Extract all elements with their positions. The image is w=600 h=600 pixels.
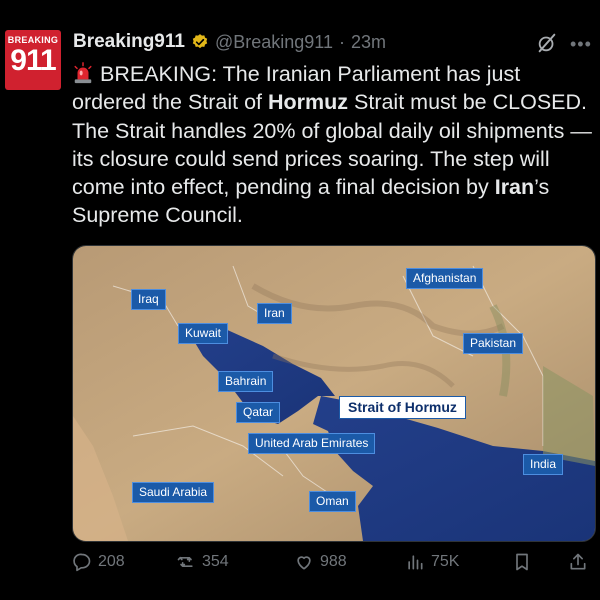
tweet-time[interactable]: 23m bbox=[351, 32, 386, 53]
action-bar: 208 354 988 75K bbox=[72, 552, 594, 576]
avatar[interactable]: BREAKING 911 bbox=[5, 30, 61, 90]
map-label-saudi-arabia: Saudi Arabia bbox=[132, 482, 215, 503]
reply-button[interactable]: 208 bbox=[72, 552, 125, 572]
bookmark-button[interactable] bbox=[512, 552, 532, 572]
share-button[interactable] bbox=[568, 552, 588, 572]
map-label-afghanistan: Afghanistan bbox=[406, 268, 484, 289]
author-name[interactable]: Breaking911 bbox=[73, 31, 185, 53]
repost-count: 354 bbox=[202, 553, 229, 570]
map-label-oman: Oman bbox=[309, 491, 356, 512]
repost-icon bbox=[177, 556, 193, 567]
avatar-main-text: 911 bbox=[10, 44, 56, 77]
tweet-header: Breaking911 @Breaking911 · 23m bbox=[73, 30, 386, 54]
repost-button[interactable]: 354 bbox=[176, 552, 229, 572]
map-label-kuwait: Kuwait bbox=[178, 323, 229, 344]
map-label-iran: Iran bbox=[257, 303, 292, 324]
like-count: 988 bbox=[320, 553, 347, 570]
separator-dot: · bbox=[338, 31, 345, 52]
map-label-iraq: Iraq bbox=[131, 289, 166, 310]
bookmark-icon bbox=[516, 553, 528, 571]
map-image[interactable]: Afghanistan Iraq Iran Kuwait Pakistan Ba… bbox=[72, 245, 596, 542]
reply-count: 208 bbox=[98, 553, 125, 570]
share-icon bbox=[570, 553, 586, 570]
map-label-strait-of-hormuz: Strait of Hormuz bbox=[339, 396, 466, 419]
map-label-uae: United Arab Emirates bbox=[248, 433, 376, 454]
more-options-icon[interactable]: ••• bbox=[570, 34, 592, 55]
verified-badge-icon bbox=[192, 34, 208, 49]
map-label-bahrain: Bahrain bbox=[218, 371, 274, 392]
map-label-qatar: Qatar bbox=[236, 402, 281, 423]
views-chart-icon bbox=[408, 555, 423, 570]
heart-icon bbox=[297, 556, 311, 570]
grok-icon[interactable] bbox=[536, 32, 558, 54]
like-button[interactable]: 988 bbox=[294, 552, 347, 572]
views-button[interactable]: 75K bbox=[405, 552, 459, 572]
tweet-seg-hormuz[interactable]: Hormuz bbox=[268, 90, 348, 114]
police-light-icon bbox=[74, 62, 92, 84]
views-count: 75K bbox=[431, 553, 460, 570]
author-handle[interactable]: @Breaking911 bbox=[215, 32, 333, 53]
map-label-pakistan: Pakistan bbox=[463, 333, 524, 354]
map-label-india: India bbox=[523, 454, 564, 475]
tweet-text: BREAKING: The Iranian Parliament has jus… bbox=[72, 60, 594, 230]
reply-icon bbox=[73, 553, 91, 572]
tweet-seg-iran[interactable]: Iran bbox=[495, 175, 534, 199]
